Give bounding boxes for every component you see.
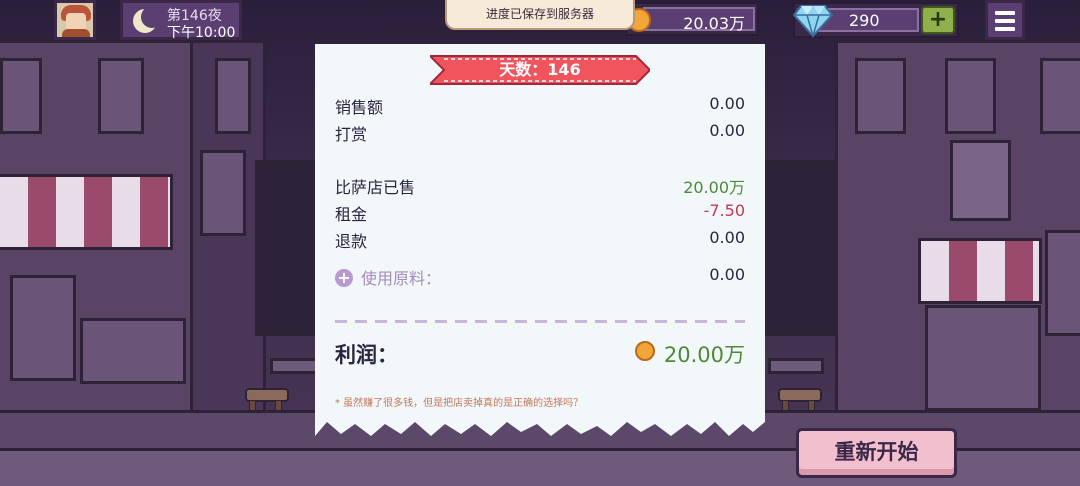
row-refund: 退款 0.00 [335, 228, 745, 252]
moon-icon [133, 6, 163, 33]
row-label: 打赏 [335, 125, 368, 144]
day-banner: 天数：146 [430, 52, 650, 88]
row-value: 0.00 [709, 265, 745, 284]
row-shop-sold: 比萨店已售 20.00万 [335, 174, 745, 198]
day-banner-text: 天数：146 [499, 60, 581, 79]
footnote: * 虽然赚了很多钱，但是把店卖掉真的是正确的选择吗？ [335, 398, 584, 409]
row-sales: 销售额 0.00 [335, 94, 745, 118]
row-value: -7.50 [703, 201, 745, 220]
row-label: 租金 [335, 205, 368, 224]
row-label: 比萨店已售 [335, 178, 416, 197]
row-value: 0.00 [709, 228, 745, 247]
row-rent: 租金 -7.50 [335, 201, 745, 225]
add-icon[interactable]: + [335, 269, 353, 287]
row-value: 0.00 [709, 121, 745, 140]
row-label: 退款 [335, 232, 368, 251]
gem-counter: 290 + [793, 2, 959, 38]
restart-button[interactable]: 重新开始 [796, 428, 957, 478]
coin-counter: 20.03万 [625, 2, 759, 36]
player-avatar[interactable] [54, 0, 96, 40]
daily-receipt: 天数：146 销售额 0.00 打赏 0.00 比萨店已售 20.00万 租金 … [315, 44, 765, 444]
menu-icon [995, 11, 1015, 15]
save-toast: 进度已保存到服务器 [445, 0, 635, 30]
divider [335, 320, 745, 323]
coin-value: 20.03万 [683, 14, 745, 33]
row-label: 销售额 [335, 98, 384, 117]
row-tips: 打赏 0.00 [335, 121, 745, 145]
time-label: 下午10:00 [167, 25, 236, 41]
buy-gems-button[interactable]: + [921, 6, 955, 34]
gem-icon [793, 5, 833, 38]
row-value: 20.00万 [683, 178, 745, 197]
profit-value: 20.00万 [663, 343, 745, 367]
row-value: 0.00 [709, 94, 745, 113]
day-time-panel: 第146夜 下午10:00 [120, 0, 242, 41]
coin-icon [635, 341, 655, 361]
menu-button[interactable] [985, 0, 1025, 40]
row-label: 使用原料： [361, 269, 442, 288]
gem-value: 290 [849, 11, 880, 30]
row-ingredients: + 使用原料： 0.00 [335, 265, 745, 289]
profit-label: 利润： [335, 343, 398, 367]
